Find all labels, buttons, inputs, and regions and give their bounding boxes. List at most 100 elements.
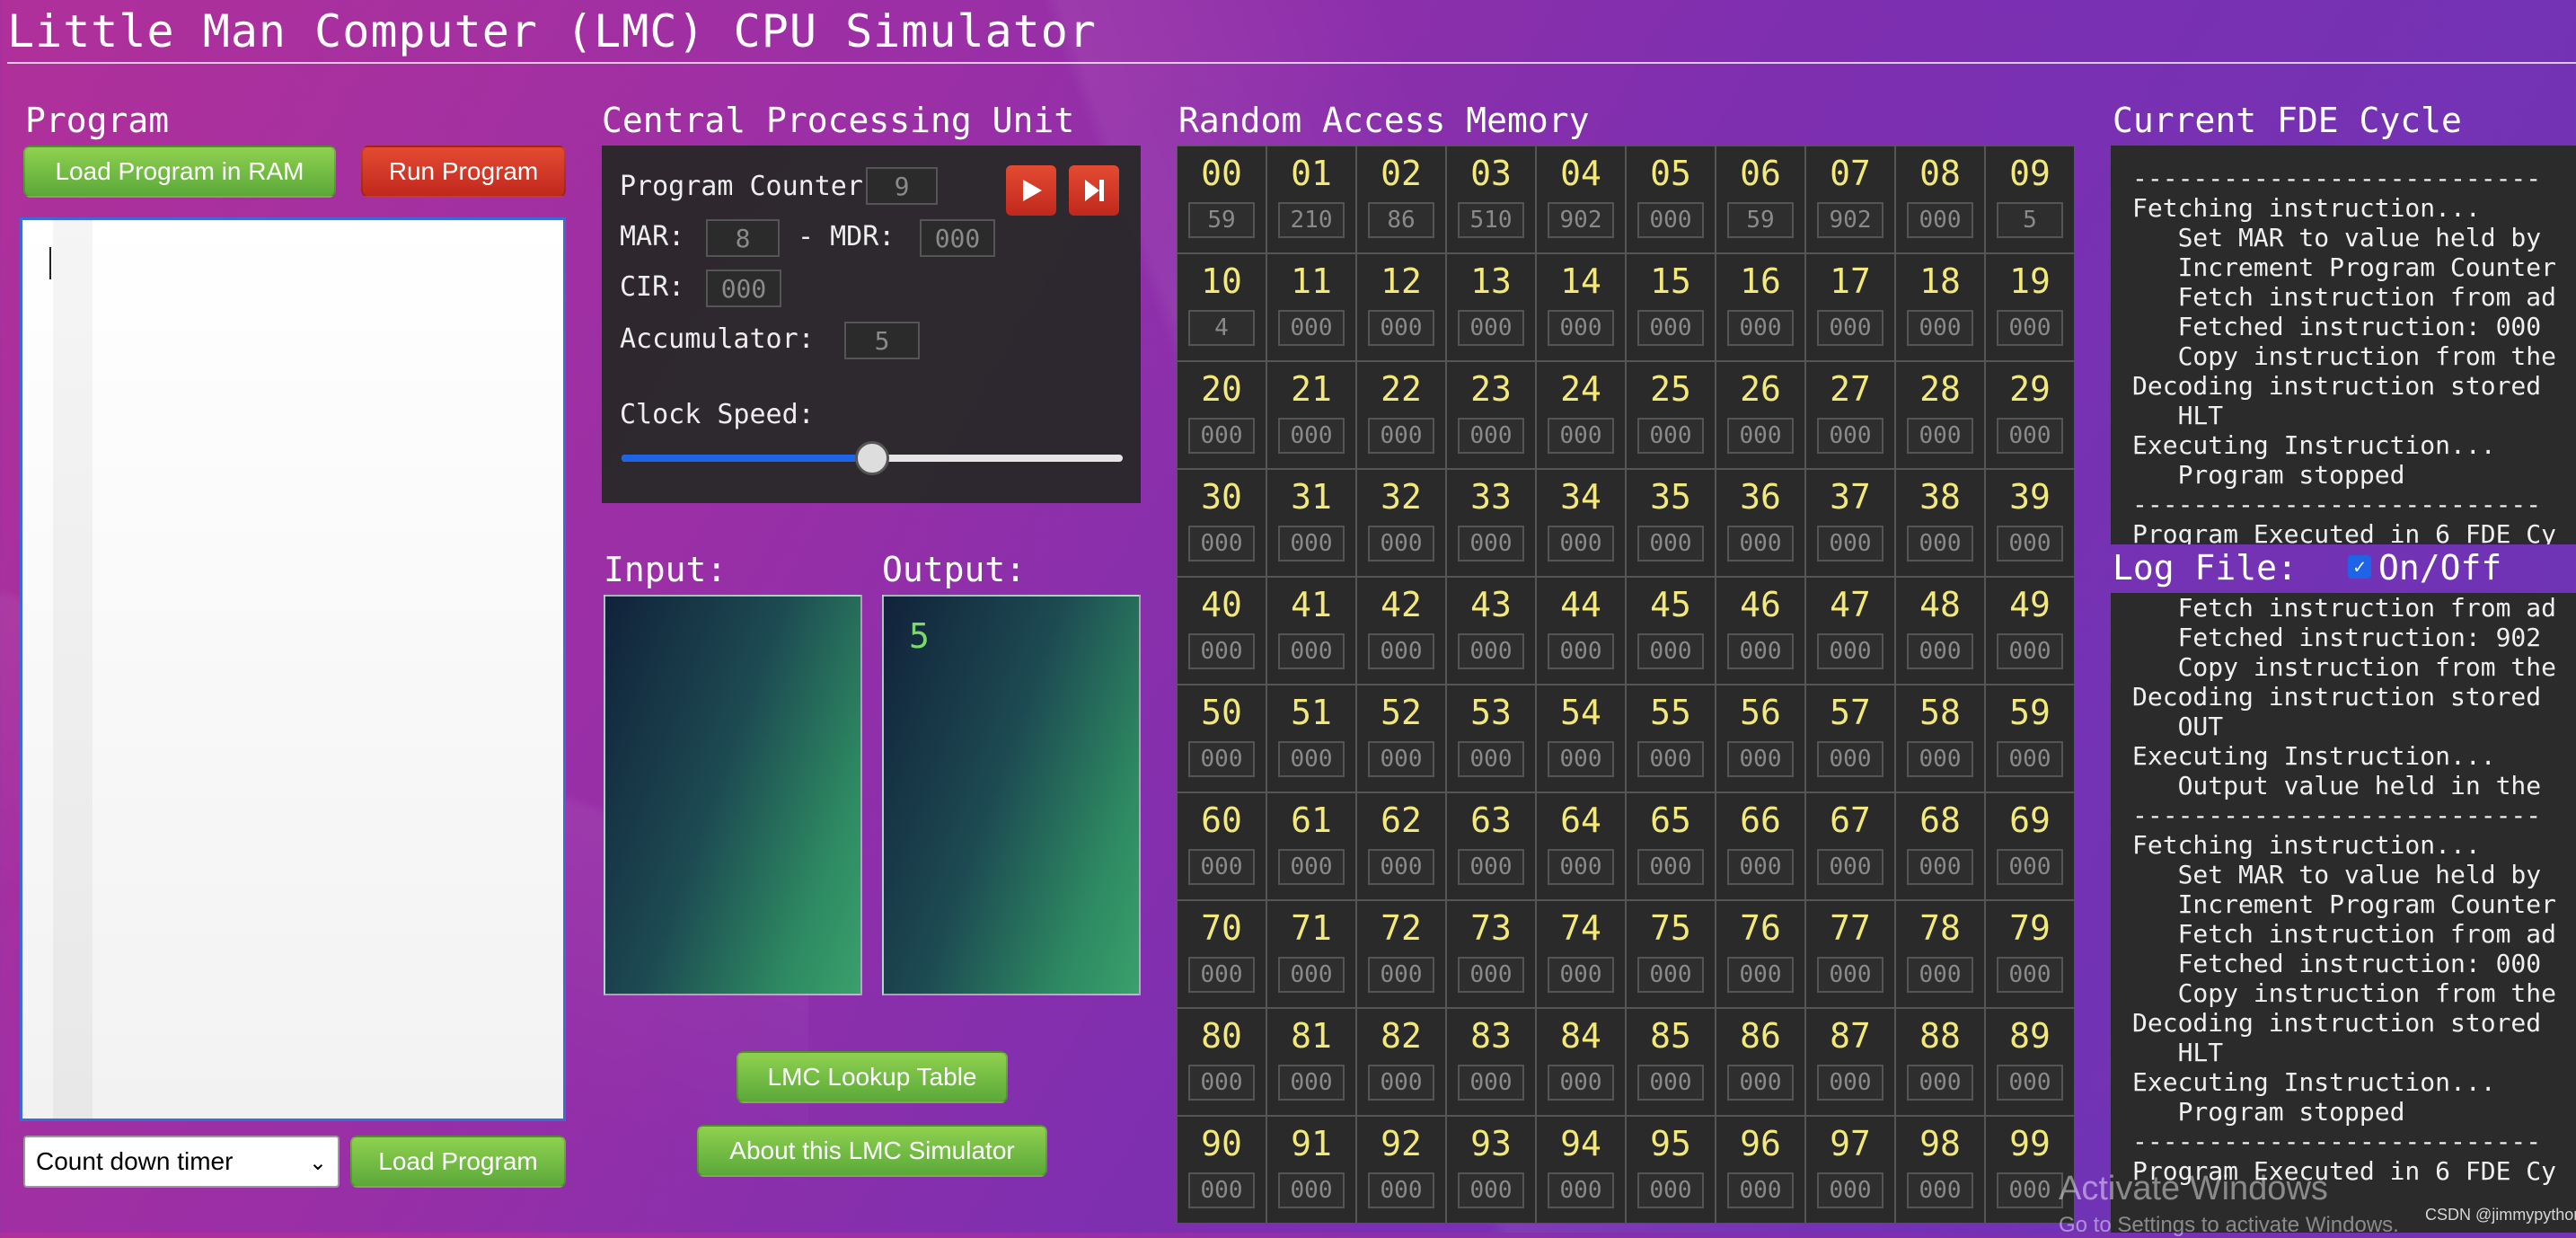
ram-cell: 01 210	[1266, 146, 1356, 253]
activate-windows-subtitle: Go to Settings to activate Windows.	[2059, 1213, 2399, 1237]
ram-cell: 20 000	[1177, 361, 1266, 469]
ram-value: 000	[1817, 957, 1883, 993]
ram-grid: 00 59 01 210 02 86 03 510 04 902 05 000 06 59 07 902 08 0…	[1177, 146, 2075, 1224]
log-line: HLT	[2132, 1038, 2224, 1067]
ram-value: 59	[1188, 202, 1255, 238]
ram-value: 000	[1817, 741, 1883, 777]
ram-value: 902	[1817, 202, 1883, 238]
step-run-button[interactable]	[1006, 165, 1056, 216]
ram-value: 000	[1727, 310, 1794, 346]
ram-cell: 62 000	[1356, 792, 1446, 900]
ram-value: 000	[1907, 526, 1973, 562]
ram-value: 000	[1997, 526, 2063, 562]
input-label: Input:	[604, 550, 728, 589]
ram-address: 50	[1201, 693, 1242, 732]
log-line: Fetch instruction from ad	[2132, 919, 2557, 949]
ram-cell: 13 000	[1446, 253, 1536, 361]
lmc-lookup-table-button[interactable]: LMC Lookup Table	[737, 1051, 1008, 1103]
ram-address: 83	[1470, 1016, 1512, 1056]
log-line: Copy instruction from the	[2132, 978, 2557, 1008]
output-value: 5	[909, 616, 930, 656]
ram-value: 000	[1997, 741, 2063, 777]
run-program-button[interactable]: Run Program	[361, 146, 566, 198]
ram-value: 000	[1907, 849, 1973, 885]
ram-address: 78	[1919, 908, 1961, 948]
log-toggle-checkbox[interactable]: ✓	[2348, 555, 2371, 579]
ram-address: 72	[1381, 908, 1422, 948]
ram-cell: 53 000	[1446, 685, 1536, 792]
fde-line: Fetch instruction from ad	[2132, 282, 2557, 312]
log-line: Fetching instruction...	[2132, 830, 2481, 860]
ram-address: 32	[1381, 477, 1422, 517]
ram-value: 000	[1278, 1172, 1345, 1208]
ram-address: 43	[1470, 585, 1512, 624]
ram-value: 000	[1458, 849, 1524, 885]
ram-cell: 57 000	[1805, 685, 1895, 792]
ram-address: 04	[1560, 154, 1601, 193]
ram-cell: 42 000	[1356, 577, 1446, 685]
ram-address: 68	[1919, 800, 1961, 840]
ram-cell: 18 000	[1895, 253, 1985, 361]
ram-cell: 41 000	[1266, 577, 1356, 685]
load-program-in-ram-button[interactable]: Load Program in RAM	[23, 146, 336, 198]
ram-value: 000	[1997, 957, 2063, 993]
cir-label: CIR:	[620, 271, 685, 303]
ram-cell: 07 902	[1805, 146, 1895, 253]
clock-speed-thumb[interactable]	[855, 441, 889, 475]
ram-cell: 43 000	[1446, 577, 1536, 685]
ram-value: 000	[1907, 310, 1973, 346]
ram-value: 000	[1548, 849, 1614, 885]
ram-cell: 93 000	[1446, 1116, 1536, 1224]
ram-cell: 83 000	[1446, 1008, 1536, 1116]
ram-address: 24	[1560, 369, 1601, 409]
ram-address: 05	[1650, 154, 1691, 193]
ram-value: 000	[1368, 849, 1434, 885]
log-file-panel[interactable]: Fetch instruction from ad Fetched instru…	[2111, 593, 2576, 1233]
timer-select[interactable]: Count down timer ⌄	[23, 1136, 340, 1188]
ram-address: 31	[1291, 477, 1332, 517]
fde-line: Set MAR to value held by	[2132, 223, 2542, 252]
ram-address: 95	[1650, 1124, 1691, 1163]
ram-cell: 91 000	[1266, 1116, 1356, 1224]
log-line: OUT	[2132, 712, 2224, 741]
ram-value: 210	[1278, 202, 1345, 238]
input-box[interactable]	[604, 595, 862, 995]
ram-address: 73	[1470, 908, 1512, 948]
program-code-editor[interactable]	[20, 217, 566, 1121]
ram-cell: 61 000	[1266, 792, 1356, 900]
ram-cell: 45 000	[1626, 577, 1716, 685]
ram-value: 000	[1637, 849, 1704, 885]
ram-address: 89	[2009, 1016, 2051, 1056]
about-simulator-button[interactable]: About this LMC Simulator	[697, 1125, 1047, 1177]
ram-value: 000	[1368, 310, 1434, 346]
clock-speed-slider[interactable]	[622, 441, 1123, 475]
ram-address: 87	[1830, 1016, 1871, 1056]
ram-address: 12	[1381, 261, 1422, 301]
ram-cell: 47 000	[1805, 577, 1895, 685]
ram-address: 81	[1291, 1016, 1332, 1056]
ram-address: 62	[1381, 800, 1422, 840]
ram-cell: 70 000	[1177, 900, 1266, 1008]
ram-cell: 40 000	[1177, 577, 1266, 685]
ram-value: 000	[1458, 1065, 1524, 1101]
ram-address: 86	[1740, 1016, 1781, 1056]
check-icon: ✓	[2353, 555, 2366, 579]
ram-cell: 80 000	[1177, 1008, 1266, 1116]
output-label: Output:	[882, 550, 1027, 589]
ram-address: 92	[1381, 1124, 1422, 1163]
ram-value: 000	[1637, 202, 1704, 238]
ram-value: 000	[1548, 526, 1614, 562]
ram-value: 000	[1188, 526, 1255, 562]
ram-address: 41	[1291, 585, 1332, 624]
ram-heading: Random Access Memory	[1178, 101, 1590, 140]
ram-value: 000	[1637, 418, 1704, 454]
title-divider	[7, 62, 2576, 64]
ram-value: 000	[1278, 1065, 1345, 1101]
ram-address: 21	[1291, 369, 1332, 409]
log-heading: Log File:	[2113, 548, 2298, 588]
step-next-button[interactable]	[1069, 165, 1119, 216]
ram-cell: 97 000	[1805, 1116, 1895, 1224]
ram-value: 000	[1637, 957, 1704, 993]
load-program-button[interactable]: Load Program	[350, 1136, 566, 1188]
ram-address: 17	[1830, 261, 1871, 301]
